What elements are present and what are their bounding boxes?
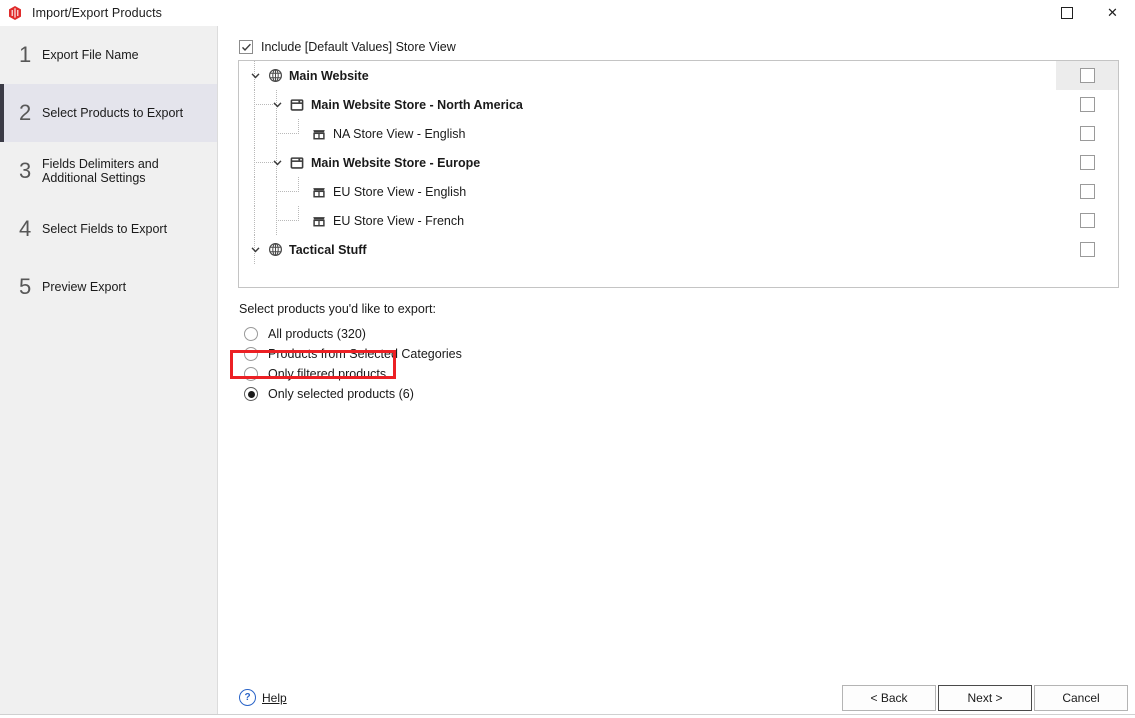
radio-label: Only selected products (6) — [268, 387, 414, 401]
tree-row[interactable]: Tactical Stuff — [239, 235, 1118, 264]
tree-row-checkbox[interactable] — [1079, 126, 1095, 141]
chevron-down-icon[interactable] — [249, 243, 262, 256]
back-button[interactable]: < Back — [842, 685, 936, 711]
step-label: Select Fields to Export — [42, 222, 168, 236]
radio-filtered-products[interactable] — [244, 367, 258, 381]
step-number: 5 — [19, 274, 32, 299]
store-view-tree[interactable]: Main Website Main Website Store - North A… — [238, 60, 1119, 288]
title-bar: Import/Export Products ✕ — [0, 0, 1135, 26]
help-label: Help — [262, 690, 287, 705]
tree-row-checkbox-cell[interactable] — [1056, 177, 1118, 206]
main-content: Include [Default Values] Store View Main… — [219, 26, 1135, 714]
tree-row-checkbox-cell[interactable] — [1056, 148, 1118, 177]
step-label: Preview Export — [42, 280, 127, 294]
tree-row-checkbox[interactable] — [1079, 184, 1095, 199]
radio-row-selected-categories[interactable]: Products from Selected Categories — [239, 344, 462, 364]
tree-row-checkbox[interactable] — [1079, 68, 1095, 83]
chevron-down-icon[interactable] — [271, 156, 284, 169]
tree-item-label: Tactical Stuff — [289, 242, 367, 257]
tree-row[interactable]: Main Website — [239, 61, 1118, 90]
include-default-values-row[interactable]: Include [Default Values] Store View — [239, 40, 456, 54]
tree-row-checkbox[interactable] — [1079, 97, 1095, 112]
step-label: Fields Delimiters and Additional Setting… — [42, 157, 159, 185]
tree-row-checkbox[interactable] — [1079, 213, 1095, 228]
chevron-down-icon[interactable] — [249, 69, 262, 82]
sidebar-step-4[interactable]: 4 Select Fields to Export — [0, 200, 217, 258]
radio-row-filtered-products[interactable]: Only filtered products — [239, 364, 462, 384]
tree-row-checkbox[interactable] — [1079, 155, 1095, 170]
magento-icon — [7, 5, 23, 21]
store-icon — [289, 155, 305, 171]
help-link[interactable]: ? Help — [239, 689, 287, 706]
checkmark-icon — [241, 43, 251, 51]
window-title: Import/Export Products — [32, 6, 163, 20]
step-label: Export File Name — [42, 48, 139, 62]
store-icon — [289, 97, 305, 113]
maximize-button[interactable] — [1044, 0, 1089, 26]
tree-item-label: Main Website — [289, 68, 369, 83]
radio-row-selected-products[interactable]: Only selected products (6) — [239, 384, 462, 404]
step-number: 2 — [19, 100, 32, 125]
help-icon: ? — [239, 689, 256, 706]
tree-row-checkbox-cell[interactable] — [1056, 235, 1118, 264]
include-default-values-label: Include [Default Values] Store View — [261, 40, 456, 54]
store-view-icon — [311, 126, 327, 142]
tree-item-label: Main Website Store - Europe — [311, 155, 481, 170]
tree-row[interactable]: Main Website Store - Europe — [239, 148, 1118, 177]
next-button[interactable]: Next > — [938, 685, 1032, 711]
tree-item-label: NA Store View - English — [333, 126, 466, 141]
radio-row-all-products[interactable]: All products (320) — [239, 324, 462, 344]
tree-item-label: EU Store View - English — [333, 184, 467, 199]
tree-item-label: Main Website Store - North America — [311, 97, 523, 112]
next-button-label: Next > — [967, 691, 1003, 705]
tree-row-checkbox[interactable] — [1079, 242, 1095, 257]
globe-icon — [267, 242, 283, 258]
tree-item-label: EU Store View - French — [333, 213, 465, 228]
radio-label: All products (320) — [268, 327, 366, 341]
tree-row-checkbox-cell[interactable] — [1056, 61, 1118, 90]
tree-row[interactable]: EU Store View - English — [239, 177, 1118, 206]
cancel-button[interactable]: Cancel — [1034, 685, 1128, 711]
tree-row-checkbox-cell[interactable] — [1056, 206, 1118, 235]
sidebar-step-1[interactable]: 1 Export File Name — [0, 26, 217, 84]
close-button[interactable]: ✕ — [1090, 0, 1135, 26]
tree-row[interactable]: Main Website Store - North America — [239, 90, 1118, 119]
back-button-label: < Back — [870, 691, 908, 705]
sidebar-step-2[interactable]: 2 Select Products to Export — [0, 84, 217, 142]
store-view-icon — [311, 213, 327, 229]
product-selection-group: Select products you'd like to export: Al… — [239, 302, 462, 404]
tree-row[interactable]: EU Store View - French — [239, 206, 1118, 235]
step-number: 3 — [19, 158, 32, 183]
radio-selected-products[interactable] — [244, 387, 258, 401]
tree-row[interactable]: NA Store View - English — [239, 119, 1118, 148]
radio-label: Products from Selected Categories — [268, 347, 462, 361]
step-label: Select Products to Export — [42, 106, 184, 120]
chevron-down-icon[interactable] — [271, 98, 284, 111]
product-selection-caption: Select products you'd like to export: — [239, 302, 436, 316]
maximize-icon — [1060, 7, 1073, 19]
globe-icon — [267, 68, 283, 84]
radio-selected-categories[interactable] — [244, 347, 258, 361]
radio-all-products[interactable] — [244, 327, 258, 341]
sidebar-step-3[interactable]: 3 Fields Delimiters and Additional Setti… — [0, 142, 217, 200]
step-number: 1 — [19, 42, 32, 67]
tree-row-checkbox-cell[interactable] — [1056, 119, 1118, 148]
cancel-button-label: Cancel — [1062, 691, 1100, 705]
footer-divider — [0, 714, 1135, 715]
wizard-steps-sidebar: 1 Export File Name 2 Select Products to … — [0, 26, 218, 714]
radio-label: Only filtered products — [268, 367, 387, 381]
include-default-values-checkbox[interactable] — [239, 40, 253, 54]
step-number: 4 — [19, 216, 32, 241]
tree-row-checkbox-cell[interactable] — [1056, 90, 1118, 119]
close-icon: ✕ — [1107, 5, 1118, 20]
sidebar-step-5[interactable]: 5 Preview Export — [0, 258, 217, 316]
store-view-icon — [311, 184, 327, 200]
